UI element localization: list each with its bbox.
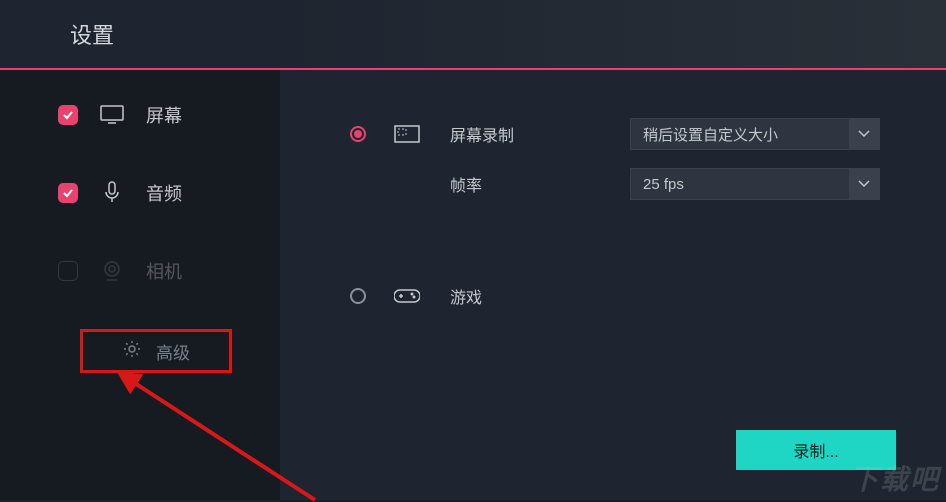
advanced-label: 高级: [156, 339, 190, 364]
game-label: 游戏: [450, 284, 580, 308]
monitor-icon: [100, 105, 124, 125]
size-select-value: 稍后设置自定义大小: [631, 124, 849, 145]
sidebar-item-label: 屏幕: [146, 102, 182, 128]
screen-recording-radio[interactable]: [350, 126, 366, 142]
sidebar-item-label: 音频: [146, 180, 182, 206]
option-game[interactable]: 游戏: [350, 280, 946, 312]
game-radio[interactable]: [350, 288, 366, 304]
page-title: 设置: [70, 18, 114, 50]
chevron-down-icon[interactable]: [849, 119, 879, 149]
camera-checkbox[interactable]: [58, 261, 78, 281]
sidebar-item-label: 相机: [146, 258, 182, 284]
capture-area-icon: [394, 125, 422, 143]
webcam-icon: [100, 260, 124, 282]
chevron-down-icon[interactable]: [849, 169, 879, 199]
sidebar-item-camera[interactable]: 相机: [58, 251, 280, 291]
sidebar-item-screen[interactable]: 屏幕: [58, 95, 280, 135]
fps-label: 帧率: [450, 172, 580, 196]
mic-icon: [100, 181, 124, 205]
fps-select-value: 25 fps: [631, 176, 849, 193]
main-panel: 屏幕录制 稍后设置自定义大小 帧率 25 fps 游戏 录制...: [280, 70, 946, 500]
settings-header: 设置: [0, 0, 946, 70]
size-select[interactable]: 稍后设置自定义大小: [630, 118, 880, 150]
audio-checkbox[interactable]: [58, 183, 78, 203]
sidebar-item-audio[interactable]: 音频: [58, 173, 280, 213]
record-button[interactable]: 录制...: [736, 430, 896, 470]
sidebar: 屏幕 音频 相机 高级: [0, 70, 280, 500]
screen-recording-label: 屏幕录制: [450, 122, 580, 146]
fps-select[interactable]: 25 fps: [630, 168, 880, 200]
gear-icon: [122, 339, 142, 364]
sidebar-item-advanced[interactable]: 高级: [80, 329, 232, 373]
gamepad-icon: [394, 288, 422, 304]
screen-checkbox[interactable]: [58, 105, 78, 125]
record-button-label: 录制...: [793, 438, 838, 462]
